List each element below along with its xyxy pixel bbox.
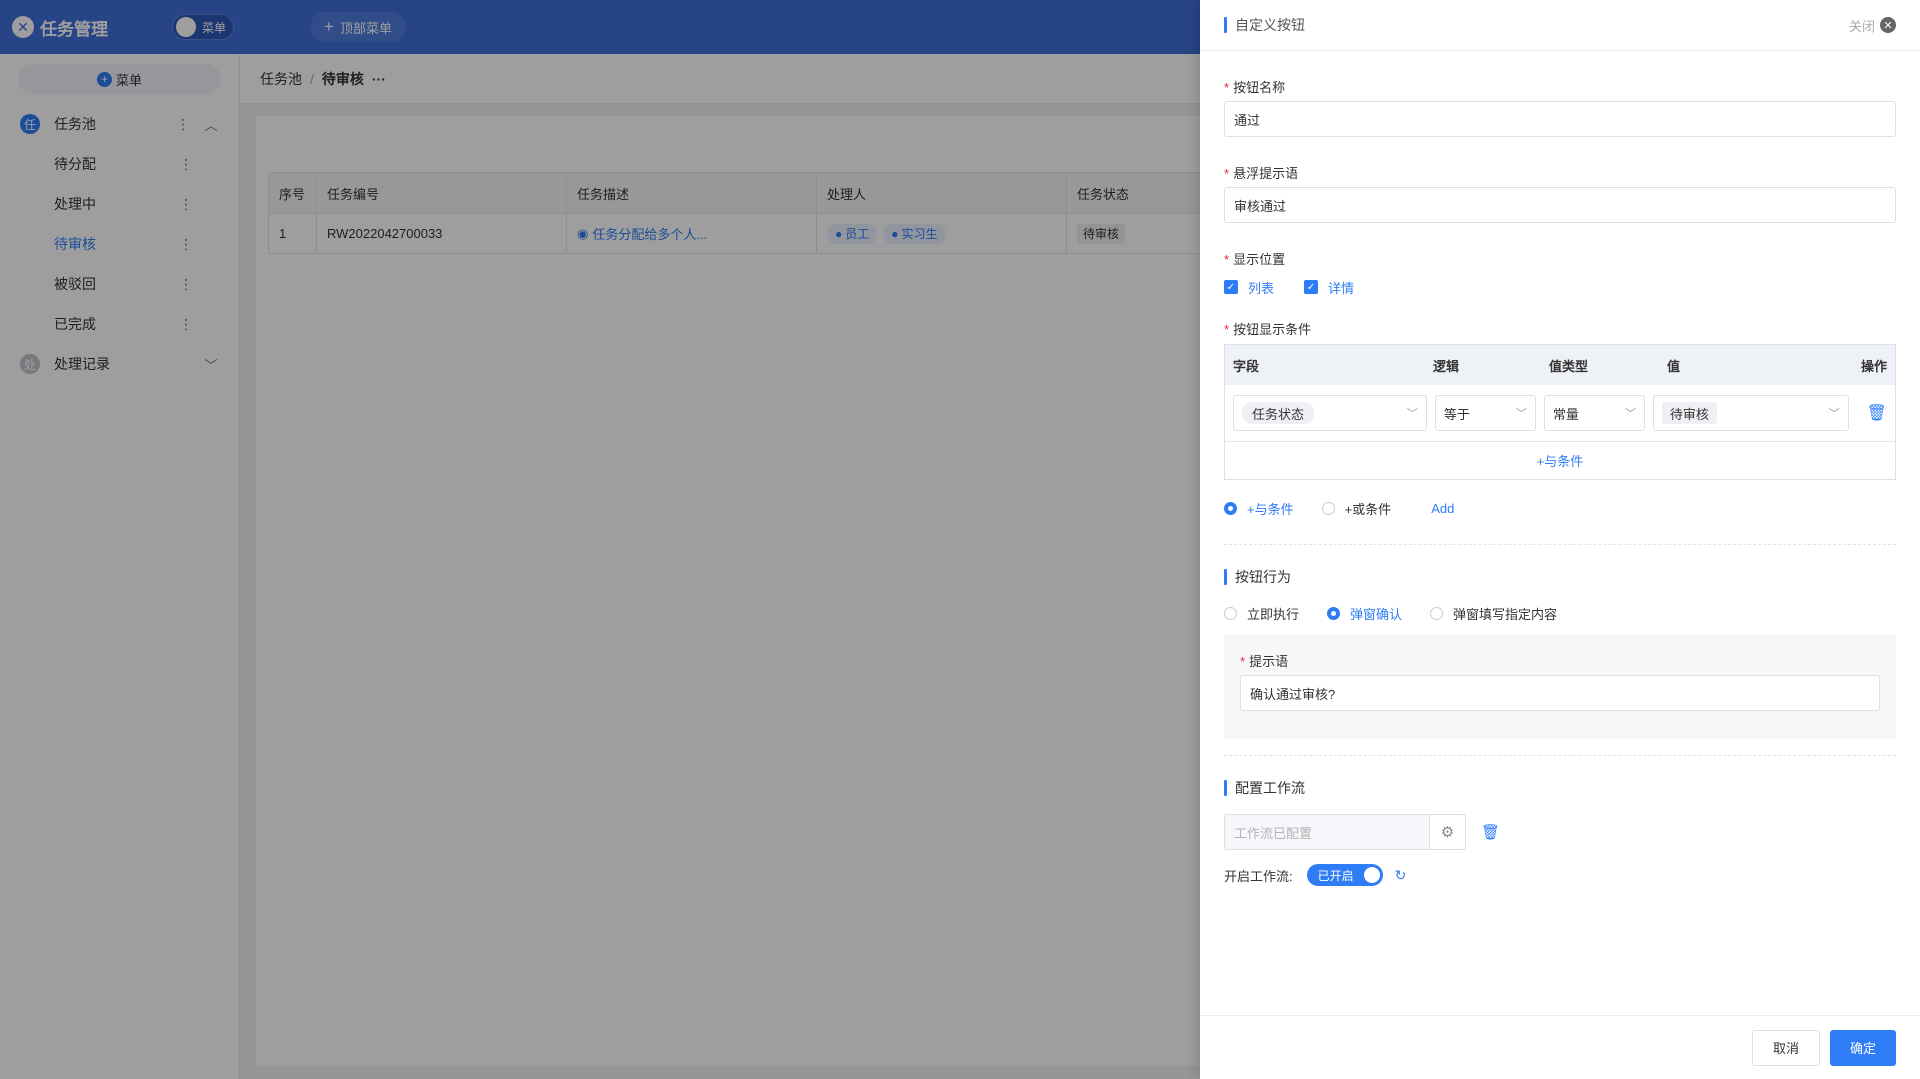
chevron-down-icon: ﹀ [1624,408,1636,420]
field-label: * 按钮显示条件 [1224,322,1312,337]
drawer-footer: 取消 确定 [1200,1015,1920,1079]
radio-and[interactable]: +与条件 [1224,499,1294,518]
column-header: 逻辑 [1433,358,1460,374]
gear-icon[interactable]: ⚙ [1430,814,1466,850]
prompt-panel: * 提示语 确认通过审核? [1224,635,1896,739]
divider [1224,755,1896,756]
enable-workflow-row: 开启工作流: 已开启 ↻ [1224,864,1896,886]
value-select[interactable]: 待审核 ﹀ [1652,395,1849,431]
cancel-button[interactable]: 取消 [1751,1029,1820,1066]
prompt-input[interactable]: 确认通过审核? [1240,675,1880,711]
value-type-select[interactable]: 常量 ﹀ [1543,395,1645,431]
logic-value: 等于 [1443,406,1470,422]
condition-header-row: 字段 逻辑 值类型 值 操作 [1225,345,1895,385]
modal-overlay[interactable] [0,0,1200,1079]
field-label: * 显示位置 [1224,252,1286,267]
custom-button-drawer: 自定义按钮 关闭 ✕ * 按钮名称 通过 * 悬浮提示语 审核通过 * 显示位置 ✓ 列… [1200,0,1920,1079]
enable-workflow-label: 开启工作流: [1224,868,1293,884]
close-button[interactable]: 关闭 ✕ [1849,16,1896,35]
behavior-radios: 立即执行 弹窗确认 弹窗填写指定内容 [1224,603,1896,623]
condition-table: 字段 逻辑 值类型 值 操作 任务状态 ﹀ 等于 ﹀ 常量 ﹀ 待审核 ﹀ 🗑 … [1224,344,1896,480]
logic-select[interactable]: 等于 ﹀ [1434,395,1536,431]
add-and-condition-button[interactable]: +与条件 [1225,441,1895,479]
field-label: * 按钮名称 [1224,80,1286,95]
delete-icon[interactable]: 🗑 [1867,403,1887,423]
close-icon[interactable]: ✕ [1880,17,1896,33]
value-tag: 待审核 [1661,402,1717,424]
checkbox-detail[interactable]: ✓ 详情 [1304,278,1354,297]
drawer-header: 自定义按钮 关闭 ✕ [1200,0,1920,51]
button-name-input[interactable]: 通过 [1224,101,1896,137]
chevron-down-icon: ﹀ [1828,408,1840,420]
tooltip-input[interactable]: 审核通过 [1224,187,1896,223]
field-label: * 悬浮提示语 [1224,166,1299,181]
add-link[interactable]: Add [1431,501,1454,516]
drawer-title: 自定义按钮 [1224,15,1849,35]
check-icon: ✓ [1304,280,1319,294]
divider [1224,544,1896,545]
column-header: 值类型 [1549,358,1589,374]
close-label: 关闭 [1848,18,1875,34]
confirm-button[interactable]: 确定 [1829,1029,1896,1066]
condition-logic-radios: +与条件 +或条件 Add [1224,498,1896,518]
value-type-value: 常量 [1552,406,1579,422]
field-select[interactable]: 任务状态 ﹀ [1233,395,1427,431]
radio-popup-confirm[interactable]: 弹窗确认 [1327,604,1402,623]
checkbox-list[interactable]: ✓ 列表 [1224,278,1274,297]
switch-label: 已开启 [1317,868,1354,883]
column-header: 操作 [1860,358,1887,374]
workflow-config-row: 工作流已配置 ⚙ 🗑 [1224,814,1896,850]
field-tag: 任务状态 [1242,402,1315,424]
column-header: 字段 [1233,358,1260,374]
section-title-workflow: 配置工作流 [1224,778,1896,798]
radio-or[interactable]: +或条件 [1321,499,1391,518]
switch-knob [1363,867,1380,883]
delete-icon[interactable]: 🗑 [1481,823,1500,841]
chevron-down-icon: ﹀ [1515,408,1527,420]
refresh-icon[interactable]: ↻ [1395,867,1407,884]
radio-execute-now[interactable]: 立即执行 [1224,604,1299,623]
workflow-switch[interactable]: 已开启 [1306,864,1383,886]
column-header: 值 [1667,358,1681,374]
radio-popup-fill[interactable]: 弹窗填写指定内容 [1430,604,1557,623]
section-title-behavior: 按钮行为 [1224,567,1896,587]
chevron-down-icon: ﹀ [1406,408,1418,420]
drawer-body: * 按钮名称 通过 * 悬浮提示语 审核通过 * 显示位置 ✓ 列表 ✓ 详情 * 按钮显示… [1224,51,1896,886]
position-checkboxes: ✓ 列表 ✓ 详情 [1224,278,1896,297]
condition-row: 任务状态 ﹀ 等于 ﹀ 常量 ﹀ 待审核 ﹀ 🗑 [1225,385,1895,441]
check-icon: ✓ [1224,280,1238,294]
workflow-input[interactable]: 工作流已配置 [1224,814,1430,850]
field-label: * 提示语 [1240,654,1289,669]
